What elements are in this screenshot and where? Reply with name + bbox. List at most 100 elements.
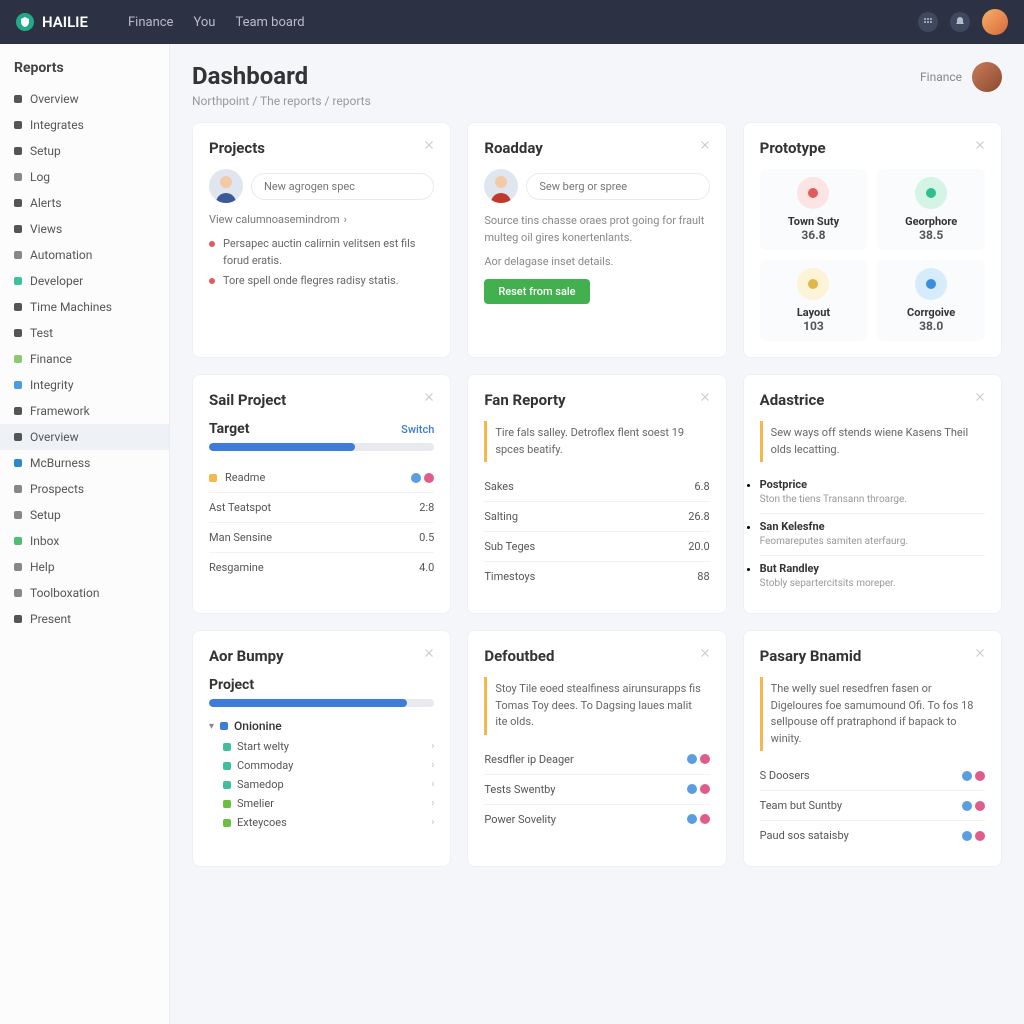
tree-item[interactable]: Exteycoes› — [223, 813, 434, 832]
list-item[interactable]: Sakes6.8 — [484, 472, 709, 502]
close-icon[interactable] — [422, 645, 436, 659]
card-title: Prototype — [760, 139, 985, 157]
card-projects: Projects View calumnoasemindrom › Persap… — [192, 122, 451, 358]
avatar[interactable] — [982, 9, 1008, 35]
stat-tile[interactable]: Georphore38.5 — [877, 169, 985, 250]
nav-link-team[interactable]: Team board — [235, 15, 304, 30]
list-item[interactable]: Salting26.8 — [484, 502, 709, 532]
sidebar-item[interactable]: Time Machines — [0, 294, 169, 320]
chevron-right-icon: › — [431, 741, 434, 752]
list-item[interactable]: Timestoys88 — [484, 562, 709, 591]
nav-link-finance[interactable]: Finance — [128, 15, 173, 30]
close-icon[interactable] — [698, 389, 712, 403]
pasary-rows: S DoosersTeam but SuntbyPaud sos sataisb… — [760, 761, 985, 850]
top-icons — [918, 9, 1008, 35]
sidebar-item[interactable]: Help — [0, 554, 169, 580]
projects-input[interactable] — [251, 173, 434, 200]
card-title: Aor Bumpy — [209, 647, 434, 665]
list-item[interactable]: Resgamine4.0 — [209, 553, 434, 582]
tree-root[interactable]: ▾Onionine — [209, 719, 434, 733]
defo-rows: Resdfler ip DeagerTests SwentbyPower Sov… — [484, 745, 709, 834]
sidebar-item[interactable]: McBurness — [0, 450, 169, 476]
card-fan: Fan Reporty Tire fals salley. Detroflex … — [467, 374, 726, 614]
nav-link-you[interactable]: You — [193, 15, 215, 30]
tree-item[interactable]: Samedop› — [223, 775, 434, 794]
stat-tile[interactable]: Layout103 — [760, 260, 868, 341]
list-item[interactable]: Power Sovelity — [484, 805, 709, 834]
update-item[interactable]: San KelesfneFeomareputes samiten aterfau… — [760, 514, 985, 556]
roadday-input[interactable] — [526, 173, 709, 200]
list-item[interactable]: Sub Teges20.0 — [484, 532, 709, 562]
update-item[interactable]: But RandleyStobly separtercitsits morepe… — [760, 556, 985, 597]
content: Dashboard Northpoint / The reports / rep… — [170, 44, 1024, 1024]
sidebar-item[interactable]: Test — [0, 320, 169, 346]
card-title: Defoutbed — [484, 647, 709, 665]
close-icon[interactable] — [973, 137, 987, 151]
progress-bar — [209, 443, 434, 451]
list-item[interactable]: Man Sensine0.5 — [209, 523, 434, 553]
sidebar-item[interactable]: Integrity — [0, 372, 169, 398]
fan-note: Tire fals salley. Detroflex flent soest … — [484, 421, 709, 462]
switch-link[interactable]: Switch — [401, 423, 434, 436]
sidebar-item[interactable]: Views — [0, 216, 169, 242]
card-sail: Sail Project TargetSwitch ReadmeAst Teat… — [192, 374, 451, 614]
list-item[interactable]: Ast Teatspot2:8 — [209, 493, 434, 523]
close-icon[interactable] — [698, 645, 712, 659]
card-adastrice: Adastrice Sew ways off stends wiene Kase… — [743, 374, 1002, 614]
sidebar-item[interactable]: Alerts — [0, 190, 169, 216]
tree-item[interactable]: Smelier› — [223, 794, 434, 813]
sidebar-item[interactable]: Setup — [0, 502, 169, 528]
list-item[interactable]: Readme — [209, 463, 434, 493]
breadcrumb: Northpoint / The reports / reports — [192, 94, 371, 108]
sidebar-item[interactable]: Integrates — [0, 112, 169, 138]
close-icon[interactable] — [973, 389, 987, 403]
sidebar-item[interactable]: Setup — [0, 138, 169, 164]
reset-button[interactable]: Reset from sale — [484, 279, 589, 304]
card-title: Adastrice — [760, 391, 985, 409]
stat-tile[interactable]: Corrgoive38.0 — [877, 260, 985, 341]
page-action[interactable]: Finance — [920, 70, 962, 84]
sidebar-item[interactable]: Finance — [0, 346, 169, 372]
brand[interactable]: HAILIE — [16, 13, 88, 31]
bell-icon[interactable] — [950, 12, 970, 32]
sidebar-item[interactable]: Toolboxation — [0, 580, 169, 606]
sidebar-item[interactable]: Framework — [0, 398, 169, 424]
close-icon[interactable] — [698, 137, 712, 151]
page-title: Dashboard — [192, 62, 371, 90]
chevron-down-icon: ▾ — [209, 721, 214, 732]
sidebar-item[interactable]: Overview — [0, 424, 169, 450]
stat-tile[interactable]: Town Suty36.8 — [760, 169, 868, 250]
roadday-text2: Aor delagase inset details. — [484, 254, 709, 271]
card-title: Projects — [209, 139, 434, 157]
list-item[interactable]: Paud sos sataisby — [760, 821, 985, 850]
sidebar-item[interactable]: Inbox — [0, 528, 169, 554]
close-icon[interactable] — [973, 645, 987, 659]
projects-link[interactable]: View calumnoasemindrom › — [209, 213, 434, 226]
shield-icon — [16, 13, 34, 31]
list-item[interactable]: Resdfler ip Deager — [484, 745, 709, 775]
tree-item[interactable]: Commoday› — [223, 756, 434, 775]
list-item[interactable]: Team but Suntby — [760, 791, 985, 821]
sidebar-item[interactable]: Developer — [0, 268, 169, 294]
defo-note: Stoy Tile eoed stealfiness airunsurapps … — [484, 677, 709, 735]
page-avatar[interactable] — [972, 62, 1002, 92]
card-roadday: Roadday Source tins chasse oraes prot go… — [467, 122, 726, 358]
list-item[interactable]: S Doosers — [760, 761, 985, 791]
sidebar-item[interactable]: Prospects — [0, 476, 169, 502]
card-prototype: Prototype Town Suty36.8Georphore38.5Layo… — [743, 122, 1002, 358]
update-item[interactable]: PostpriceSton the tiens Transann throarg… — [760, 472, 985, 514]
close-icon[interactable] — [422, 137, 436, 151]
pasary-note: The welly suel resedfren fasen or Digelo… — [760, 677, 985, 751]
tree-item[interactable]: Start welty› — [223, 737, 434, 756]
list-item[interactable]: Tests Swentby — [484, 775, 709, 805]
sidebar-item[interactable]: Automation — [0, 242, 169, 268]
apps-icon[interactable] — [918, 12, 938, 32]
sidebar-item[interactable]: Overview — [0, 86, 169, 112]
card-bumpy: Aor Bumpy Project ▾Onionine Start welty›… — [192, 630, 451, 867]
sidebar-item[interactable]: Log — [0, 164, 169, 190]
close-icon[interactable] — [422, 389, 436, 403]
card-defoutbed: Defoutbed Stoy Tile eoed stealfiness air… — [467, 630, 726, 867]
card-pasary: Pasary Bnamid The welly suel resedfren f… — [743, 630, 1002, 867]
sidebar-item[interactable]: Present — [0, 606, 169, 632]
top-nav: Finance You Team board — [128, 15, 305, 30]
